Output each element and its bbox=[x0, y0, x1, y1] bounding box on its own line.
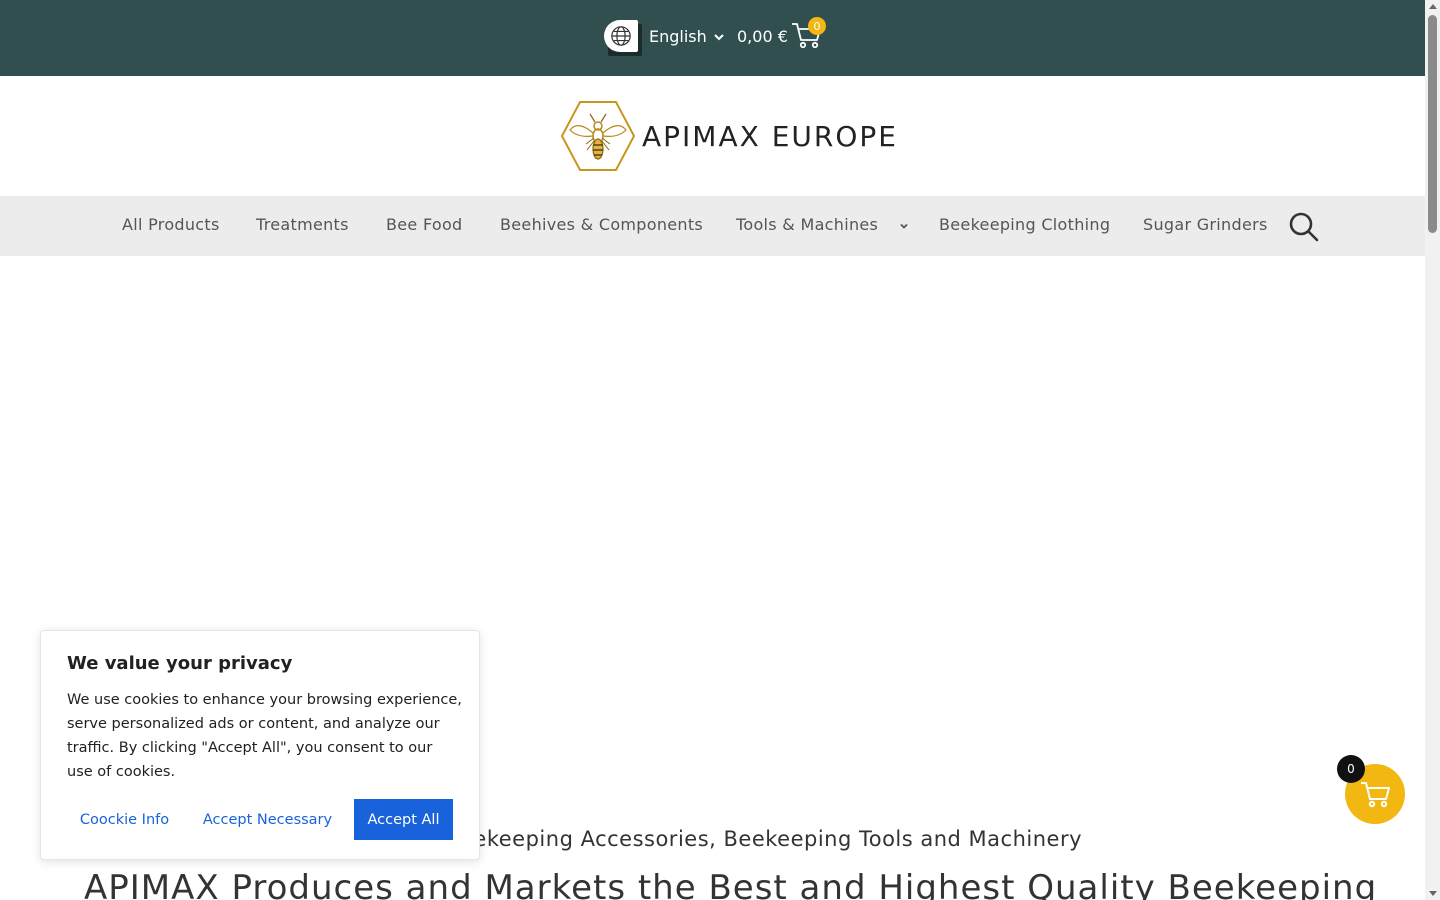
bee-logo-icon bbox=[560, 101, 636, 171]
floating-cart-count: 0 bbox=[1337, 755, 1365, 783]
nav-item-sugar-grinders[interactable]: Sugar Grinders bbox=[1143, 215, 1268, 234]
cookie-info-button[interactable]: Coockie Info bbox=[67, 799, 182, 840]
language-dropdown[interactable]: English bbox=[649, 27, 725, 46]
page-scrollbar[interactable] bbox=[1425, 0, 1440, 900]
cookie-consent-banner: We value your privacy We use cookies to … bbox=[40, 630, 480, 860]
chevron-down-icon bbox=[899, 223, 908, 229]
cart-total[interactable]: 0,00 € bbox=[737, 27, 788, 46]
nav-item-beekeeping-clothing[interactable]: Beekeeping Clothing bbox=[939, 215, 1110, 234]
cookie-title: We value your privacy bbox=[67, 653, 293, 674]
site-logo[interactable]: APIMAX EUROPE bbox=[560, 100, 898, 172]
hero-subheading: eekeeping Accessories, Beekeeping Tools … bbox=[460, 827, 1083, 851]
nav-item-beehives-components[interactable]: Beehives & Components bbox=[500, 215, 703, 234]
language-label: English bbox=[649, 27, 707, 46]
logo-text: APIMAX EUROPE bbox=[642, 119, 898, 153]
nav-item-all-products[interactable]: All Products bbox=[122, 215, 220, 234]
cookie-description: We use cookies to enhance your browsing … bbox=[67, 692, 462, 780]
chevron-down-icon bbox=[714, 33, 724, 40]
cart-icon bbox=[1361, 782, 1390, 808]
scroll-down-arrow[interactable] bbox=[1429, 891, 1437, 896]
nav-item-tools-machines-label: Tools & Machines bbox=[736, 215, 879, 234]
hero-headline: APIMAX Produces and Markets the Best and… bbox=[84, 868, 1378, 900]
globe-icon[interactable] bbox=[604, 20, 638, 52]
cart-count-badge: 0 bbox=[808, 17, 826, 35]
nav-item-treatments[interactable]: Treatments bbox=[256, 215, 349, 234]
language-switcher-badge[interactable] bbox=[604, 20, 642, 56]
top-bar: English 0,00 € 0 bbox=[0, 0, 1425, 76]
search-icon[interactable] bbox=[1288, 211, 1320, 243]
nav-item-tools-machines[interactable]: Tools & Machines bbox=[736, 215, 910, 234]
nav-item-bee-food[interactable]: Bee Food bbox=[386, 215, 463, 234]
scroll-up-arrow[interactable] bbox=[1429, 4, 1437, 9]
accept-all-button[interactable]: Accept All bbox=[354, 799, 453, 840]
scroll-thumb[interactable] bbox=[1428, 15, 1437, 233]
main-nav: All Products Treatments Bee Food Beehive… bbox=[0, 196, 1425, 256]
accept-necessary-button[interactable]: Accept Necessary bbox=[191, 799, 344, 840]
